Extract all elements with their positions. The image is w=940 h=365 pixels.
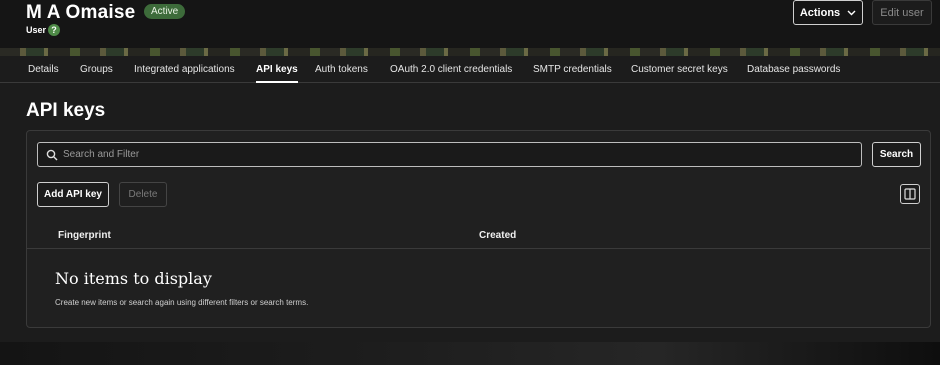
help-icon[interactable]: ? — [48, 24, 60, 36]
tab-groups[interactable]: Groups — [80, 64, 113, 83]
add-api-key-button[interactable]: Add API key — [37, 182, 109, 207]
empty-state-text: Create new items or search again using d… — [55, 298, 309, 307]
tab-integrated-applications[interactable]: Integrated applications — [134, 64, 235, 83]
column-header-fingerprint[interactable]: Fingerprint — [58, 230, 111, 241]
edit-user-button[interactable]: Edit user — [872, 0, 932, 25]
actions-label: Actions — [799, 6, 841, 19]
column-settings-button[interactable] — [900, 184, 920, 204]
tab-customer-secret-keys[interactable]: Customer secret keys — [631, 64, 728, 83]
tab-bar: Details Groups Integrated applications A… — [0, 56, 940, 83]
column-header-created[interactable]: Created — [479, 230, 516, 241]
actions-button[interactable]: Actions — [793, 0, 863, 25]
search-button[interactable]: Search — [872, 142, 921, 167]
section-title: API keys — [26, 100, 106, 121]
user-type-label: User — [26, 25, 47, 35]
delete-button[interactable]: Delete — [119, 182, 167, 207]
empty-state-title: No items to display — [55, 269, 212, 288]
search-field[interactable] — [37, 142, 862, 167]
search-icon — [46, 149, 58, 161]
table-header: Fingerprint Created — [27, 223, 930, 249]
footer-background — [0, 342, 940, 365]
header: M A Omaise Active User ? Actions Edit us… — [0, 0, 940, 50]
tab-auth-tokens[interactable]: Auth tokens — [315, 64, 368, 83]
banner-pattern — [0, 48, 940, 56]
page-title: M A Omaise — [26, 2, 136, 23]
search-input[interactable] — [63, 143, 853, 166]
tab-oauth-client-credentials[interactable]: OAuth 2.0 client credentials — [390, 64, 512, 83]
columns-icon — [904, 188, 916, 200]
tab-smtp-credentials[interactable]: SMTP credentials — [533, 64, 612, 83]
tab-database-passwords[interactable]: Database passwords — [747, 64, 840, 83]
tab-api-keys[interactable]: API keys — [256, 64, 298, 83]
tab-details[interactable]: Details — [28, 64, 59, 83]
chevron-down-icon — [847, 10, 856, 15]
status-badge: Active — [144, 4, 186, 19]
api-keys-panel: Search Add API key Delete Fingerprint Cr… — [26, 130, 931, 328]
